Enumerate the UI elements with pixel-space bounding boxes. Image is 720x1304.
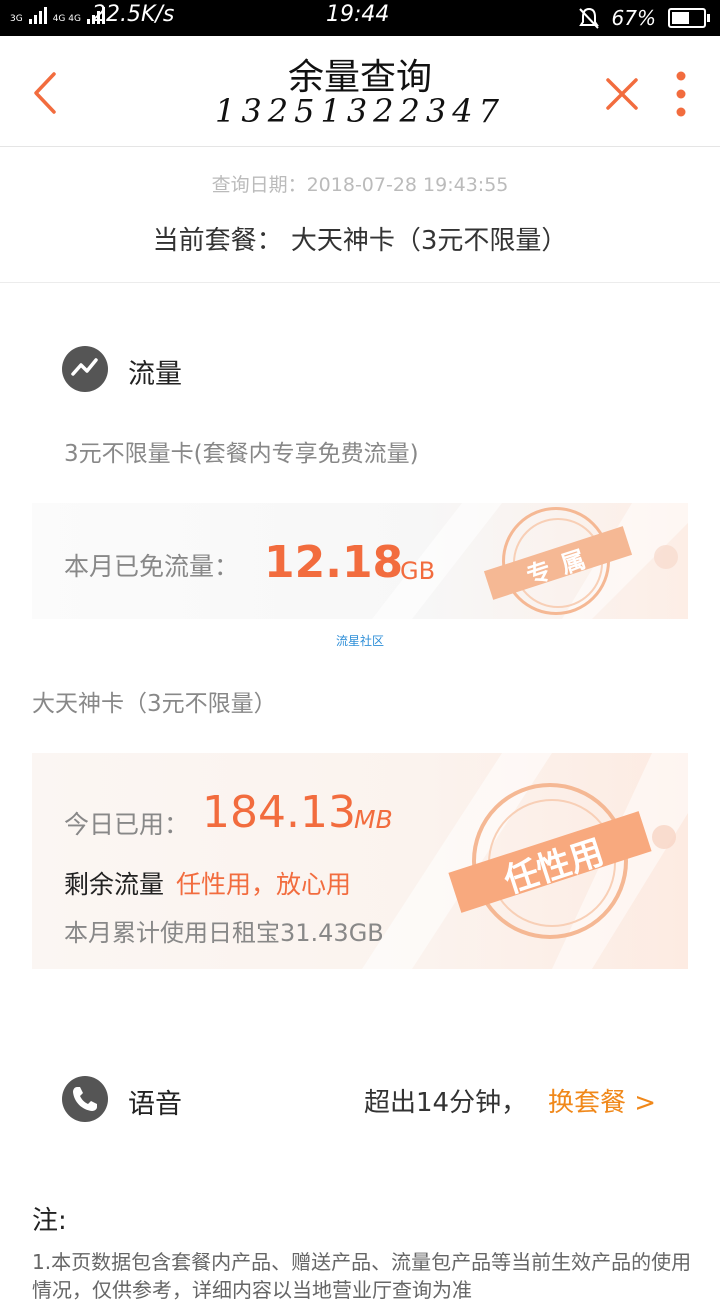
battery-percent: 67% [611, 6, 656, 30]
today-usage-unit: MB [354, 805, 393, 834]
phone-icon [62, 1076, 108, 1122]
divider [0, 282, 720, 283]
clock: 19:44 [326, 2, 390, 27]
change-plan-link[interactable]: 换套餐 > [548, 1082, 656, 1119]
query-date: 查询日期：2018-07-28 19:43:55 [211, 174, 509, 196]
voice-exceed: 超出14分钟， [364, 1088, 528, 1118]
notes-title: 注: [32, 1206, 67, 1236]
more-menu-icon[interactable] [668, 68, 694, 120]
free-data-unit: GB [400, 557, 436, 585]
free-data-label: 本月已免流量： [64, 552, 240, 581]
monthly-usage: 本月累计使用日租宝31.43GB [64, 919, 384, 947]
voice-section-label: 语音 [128, 1089, 182, 1120]
data-traffic-icon [62, 346, 108, 392]
current-plan: 当前套餐： 大天神卡（3元不限量） [152, 226, 568, 256]
status-bar: 3G 4G 4G 22.5K/s 19:44 67% [0, 0, 720, 36]
close-icon[interactable] [600, 72, 644, 116]
notes-text: 1.本页数据包含套餐内产品、赠送产品、流量包产品等当前生效产品的使用情况，仅供参… [32, 1250, 692, 1302]
data-section-label: 流量 [128, 359, 182, 390]
network-type-a: 3G [10, 14, 23, 24]
unlimited-stamp: 任性用 [448, 783, 652, 939]
free-data-card: 本月已免流量： 12.18 GB 专属 [32, 503, 688, 619]
battery-level [672, 12, 689, 24]
network-speed: 22.5K/s [92, 2, 175, 27]
app-header: 余量查询 13251322347 [0, 36, 720, 147]
free-data-value: 12.18 [264, 537, 404, 588]
network-type-b: 4G 4G [52, 14, 81, 24]
remaining-highlight: 任性用，放心用 [176, 870, 352, 899]
today-usage-label: 今日已用： [64, 810, 190, 839]
data-plan-subtitle: 3元不限量卡(套餐内专享免费流量) [64, 441, 419, 467]
remaining-prefix: 剩余流量 [64, 870, 165, 899]
battery-icon [668, 8, 710, 28]
exclusive-stamp: 专属 [483, 507, 633, 615]
today-usage-value: 184.13 [202, 787, 356, 838]
signal-indicators: 3G 4G 4G [10, 4, 105, 24]
community-link[interactable]: 流星社区 [0, 632, 720, 649]
daily-usage-card: 今日已用： 184.13 MB 剩余流量 任性用，放心用 本月累计使用日租宝31… [32, 753, 688, 969]
signal-bars-icon [28, 4, 47, 24]
status-right: 67% [578, 6, 710, 30]
mute-bell-icon [578, 7, 599, 29]
plan-name: 大天神卡（3元不限量） [32, 691, 277, 717]
